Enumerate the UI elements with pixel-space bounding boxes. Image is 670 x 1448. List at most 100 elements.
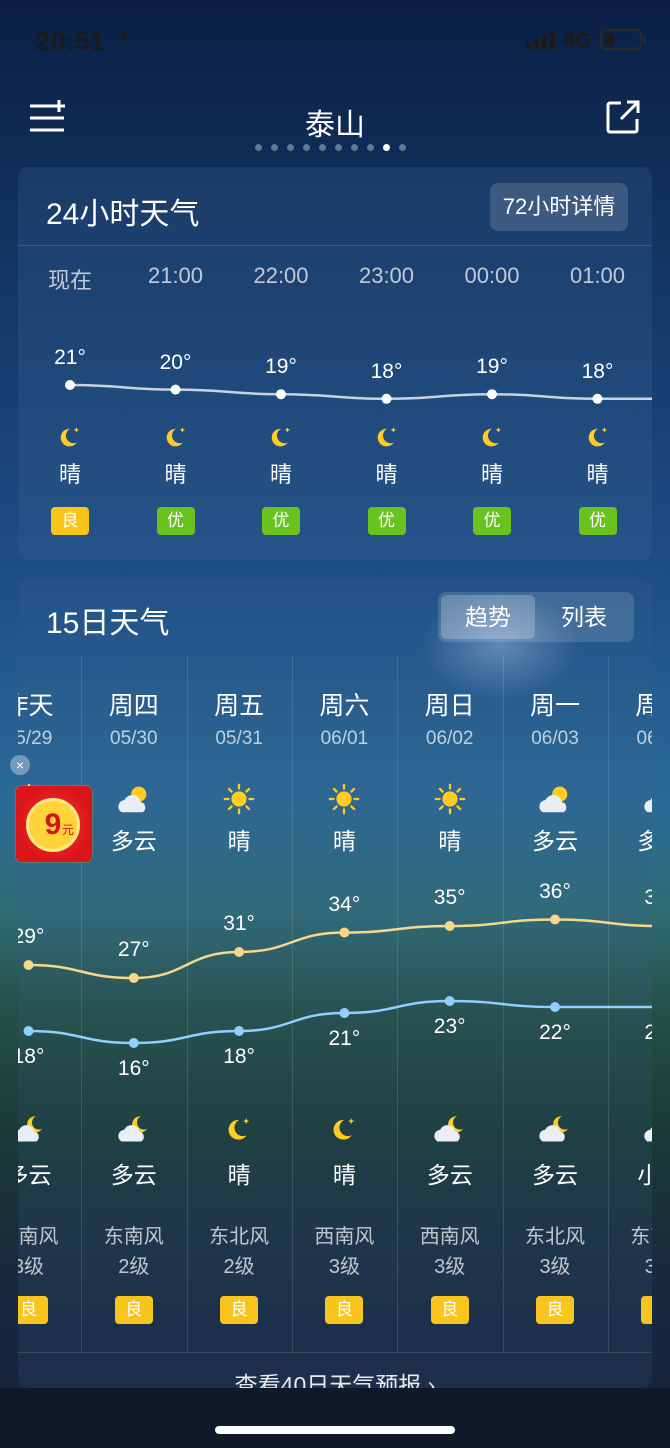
day-date: 05/30 [110,728,158,749]
day-column[interactable]: 周六 06/01 晴 34° 21° 晴西南风 3级良 [292,578,397,1388]
page-dot[interactable] [367,144,374,151]
day-icon-wrap [292,780,397,823]
hour-condition: 晴 [164,462,187,487]
aqi-badge: 优 [473,507,511,535]
day-column[interactable]: 周四 05/30 多云 27° 16° 多云 东南风 2级良 [81,578,186,1388]
aqi-badge: 良 [18,1296,48,1324]
hour-condition: 晴 [269,462,292,487]
aqi-badge: 优 [578,507,617,535]
share-button[interactable] [605,99,641,135]
wind-direction: 东北风 [209,1226,270,1248]
moon-icon [333,1118,355,1140]
forecast-40-link[interactable]: 查看40日天气预报 › [18,1352,652,1388]
hour-aqi-wrap: 优 [229,507,333,535]
night-icon-wrap [292,1110,397,1151]
wind-direction: 东北风 [525,1226,585,1248]
page-indicator[interactable] [255,144,406,151]
page-dot[interactable] [319,144,326,151]
night-condition: 多云 [426,1162,473,1188]
day-aqi-wrap: 良 [397,1296,502,1324]
cloud-moon-icon [18,1116,42,1142]
hour-aqi-wrap: 良 [18,507,122,535]
day-column[interactable]: 周五 05/31 晴 31° 18° 晴东北风 2级良 [187,578,292,1388]
day-high-temp: 35° [644,886,652,909]
page-dot[interactable] [255,144,262,151]
day-icon-wrap [187,780,292,823]
hour-time: 01:00 [569,263,626,288]
moon-icon [588,427,607,447]
hourly-temp-point [487,389,497,400]
aqi-badge: 优 [262,507,300,535]
status-time: 20:51 [36,26,105,56]
day-wind: 东北风 3级 [503,1222,608,1282]
hour-icon-wrap [546,420,650,457]
promo-close-button[interactable]: × [10,755,30,775]
cloud-sun-icon [644,798,652,813]
hour-icon-wrap [124,420,228,457]
night-icon-wrap [187,1110,292,1151]
day-date: 06/02 [425,728,474,749]
day-column[interactable]: 周日 06/02 晴 35° 23° 多云 西南风 3级良 [397,578,502,1388]
page-dot[interactable] [287,144,294,151]
hour-time: 00:00 [464,263,520,288]
day-name: 周五 [214,692,265,720]
page-dot[interactable] [351,144,358,151]
day-aqi-wrap: 良 [81,1296,186,1324]
home-indicator[interactable] [215,1426,455,1434]
city-title: 泰山 [305,109,365,142]
cloud-moon-icon [118,1116,147,1142]
day-high-temp: 34° [328,892,361,916]
day-icon-wrap [608,780,652,823]
moon-icon [166,427,185,447]
hour-condition: 晴 [480,462,503,487]
moon-icon [482,427,502,447]
hourly-temp-line [69,383,652,401]
hour-aqi-wrap: 优 [546,507,650,535]
promo-amount: 9 [44,808,62,841]
day-column[interactable]: 昨天 05/29 29° 18° 多云西南风 3级良 [18,578,81,1388]
day-high-temp: 35° [433,886,466,909]
day-column[interactable]: 周一 06/03 多云 36° 22° 多云 东北风 3级良 [503,578,608,1388]
day-low-temp: 16° [117,1057,150,1080]
day-condition: 晴 [438,828,462,854]
aqi-badge: 良 [325,1296,364,1324]
day-wind: 西南风 3级 [18,1222,81,1282]
daily-card: 15日天气 趋势 列表 昨天05/2929°18°多云西南风3级良周四05/30… [18,578,652,1388]
promo-red-packet[interactable]: 9 元 [16,786,92,862]
cloud-sun-icon [539,786,568,813]
day-date: 06/03 [531,728,579,749]
day-wind: 西南风 3级 [292,1222,397,1282]
hourly-temp-point [381,393,392,404]
sun-icon [329,783,360,815]
night-condition: 晴 [227,1162,251,1188]
moon-icon [377,427,396,447]
hour-condition: 晴 [58,462,81,487]
day-name: 周二 [635,692,652,720]
page-dot[interactable] [303,144,310,151]
day-name: 周四 [108,692,159,720]
wind-level: 2级 [118,1256,150,1278]
wind-level: 3级 [328,1256,360,1278]
page-dot[interactable] [271,144,278,151]
aqi-badge: 良 [220,1296,259,1324]
wind-level: 3级 [644,1256,652,1278]
day-low-temp: 18° [18,1045,45,1068]
day-column[interactable]: 周二 06/04 多云 35° 22° 小雨东南风 3级良 [608,578,652,1388]
night-icon-wrap [503,1110,608,1151]
moon-icon [60,427,80,447]
wind-level: 2级 [223,1256,255,1278]
hour-temp: 19° [476,355,508,379]
night-icon-wrap [18,1110,81,1151]
page-dot[interactable] [383,144,390,151]
day-name: 周日 [424,692,475,720]
night-condition: 多云 [532,1162,578,1188]
page-dot[interactable] [399,144,406,151]
day-high-temp: 36° [539,879,571,903]
day-high-temp: 27° [117,938,150,961]
day-low-temp: 22° [539,1021,571,1044]
hour-condition: 晴 [375,462,398,487]
cloud-moon-icon [539,1116,569,1142]
day-high-temp: 29° [18,925,45,948]
night-condition: 多云 [18,1162,52,1188]
page-dot[interactable] [335,144,342,151]
